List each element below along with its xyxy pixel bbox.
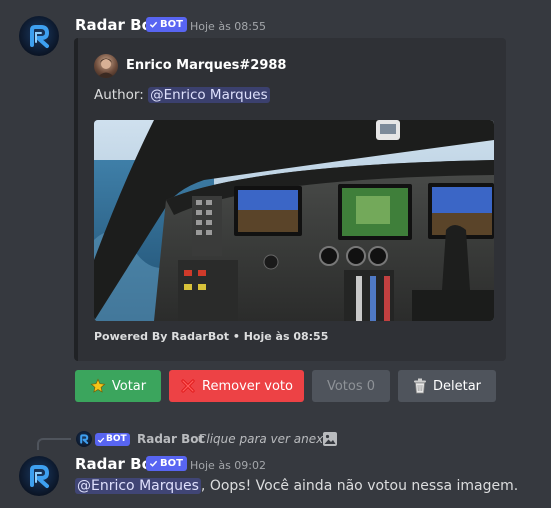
reply-bot-tag: BOT <box>95 433 130 446</box>
reply-bot-tag-label: BOT <box>106 434 127 444</box>
user-mention[interactable]: @Enrico Marques <box>75 478 201 494</box>
cross-mark-icon <box>181 379 195 393</box>
reply-avatar[interactable] <box>76 431 92 447</box>
image-icon <box>323 432 337 446</box>
vote-button[interactable]: Votar <box>75 370 161 402</box>
author-avatar <box>94 54 118 78</box>
bot-avatar[interactable] <box>19 16 59 56</box>
embed: Enrico Marques#2988 Author: @Enrico Marq… <box>74 38 506 361</box>
reply-username[interactable]: Radar Bot <box>137 432 204 446</box>
vote-count-label: Votos 0 <box>326 378 376 394</box>
verified-check-icon <box>149 460 158 467</box>
message-content: @Enrico Marques, Oops! Você ainda não vo… <box>75 478 518 494</box>
trash-icon <box>413 378 426 394</box>
bot-tag-label: BOT <box>160 458 183 469</box>
embed-description: Author: @Enrico Marques <box>94 87 270 103</box>
delete-button[interactable]: Deletar <box>398 370 496 402</box>
embed-author-name[interactable]: Enrico Marques#2988 <box>126 58 286 73</box>
bot-avatar[interactable] <box>19 456 59 496</box>
remove-vote-button[interactable]: Remover voto <box>169 370 304 402</box>
message-timestamp[interactable]: Hoje às 09:02 <box>190 459 266 472</box>
star-icon <box>90 378 106 393</box>
bot-tag: BOT <box>146 17 187 32</box>
embed-footer: Powered By RadarBot • Hoje às 08:55 <box>94 330 329 343</box>
delete-button-label: Deletar <box>432 378 482 394</box>
verified-check-icon <box>149 21 158 28</box>
vote-button-label: Votar <box>111 378 147 394</box>
user-mention[interactable]: @Enrico Marques <box>148 87 270 103</box>
verified-check-icon <box>97 437 105 443</box>
message-text: , Oops! Você ainda não votou nessa image… <box>200 478 519 494</box>
message-timestamp[interactable]: Hoje às 08:55 <box>190 20 266 33</box>
bot-tag: BOT <box>146 456 187 471</box>
reply-connector <box>37 438 71 450</box>
reply-content[interactable]: Clique para ver anexo <box>198 432 331 446</box>
vote-count-button: Votos 0 <box>312 370 390 402</box>
remove-vote-button-label: Remover voto <box>202 378 293 394</box>
bot-tag-label: BOT <box>160 19 183 30</box>
description-label: Author: <box>94 87 149 103</box>
embed-image[interactable] <box>94 120 494 321</box>
